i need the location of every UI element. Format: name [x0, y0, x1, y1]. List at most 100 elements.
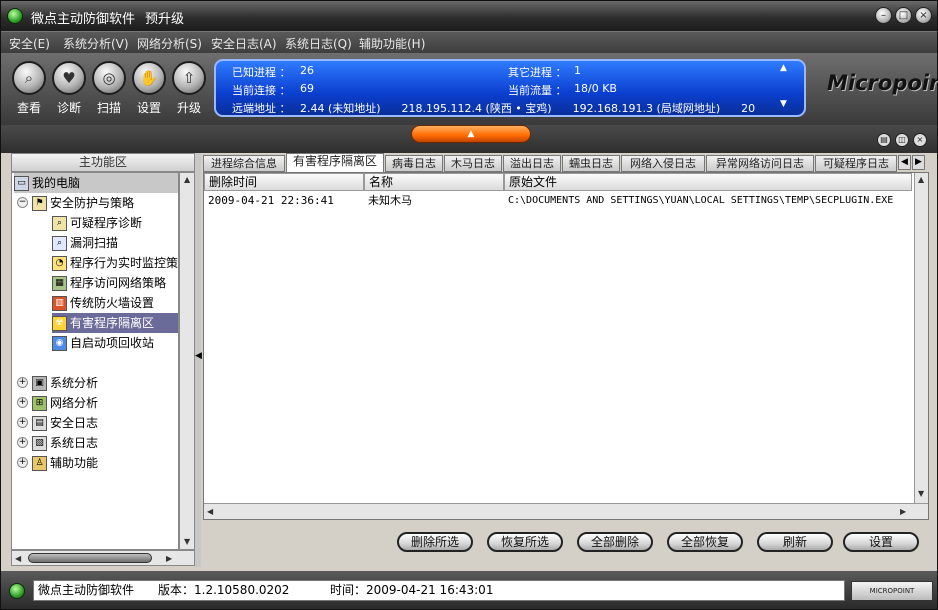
tree-item-behavior-monitor[interactable]: ◔ 程序行为实时监控策: [52, 253, 178, 273]
scroll-down-icon[interactable]: ▼: [184, 537, 190, 546]
tab-trojan-log[interactable]: 木马日志: [444, 155, 502, 172]
info-scroll-up-icon[interactable]: ▲: [780, 63, 787, 73]
layout-2-icon[interactable]: ◫: [895, 133, 909, 147]
tree-horizontal-scrollbar[interactable]: ◀ ▶: [11, 550, 195, 566]
expand-tools-toggle[interactable]: +: [17, 457, 28, 468]
tab-suspicious-log[interactable]: 可疑程序日志: [815, 155, 897, 172]
column-headers: 删除时间 名称 原始文件: [204, 173, 912, 191]
expand-system-log-toggle[interactable]: +: [17, 437, 28, 448]
tree-vertical-scrollbar[interactable]: ▲ ▼: [179, 172, 195, 550]
restore-all-button[interactable]: 全部恢复: [667, 532, 743, 552]
expand-system-analysis-toggle[interactable]: +: [17, 377, 28, 388]
maximize-button[interactable]: □: [895, 7, 912, 24]
tree-item-system-analysis[interactable]: ▣ 系统分析: [32, 373, 98, 393]
expand-security-log-toggle[interactable]: +: [17, 417, 28, 428]
collapse-security-toggle[interactable]: −: [17, 197, 28, 208]
scroll-left-icon[interactable]: ◀: [15, 554, 21, 563]
security-log-icon: ▤: [32, 416, 47, 431]
list-scroll-up-icon[interactable]: ▲: [918, 175, 924, 184]
settings-action-button[interactable]: 设置: [843, 532, 919, 552]
cell-original-file: C:\DOCUMENTS AND SETTINGS\YUAN\LOCAL SET…: [508, 195, 894, 206]
tree-item-network-access-policy[interactable]: ▦ 程序访问网络策略: [52, 273, 166, 293]
tree-item-security-policy[interactable]: ⚑ 安全防护与策略: [32, 193, 134, 213]
column-original-file[interactable]: 原始文件: [504, 173, 912, 191]
tab-virus-log[interactable]: 病毒日志: [385, 155, 443, 172]
tab-scroll-left-icon[interactable]: ◀: [898, 155, 911, 170]
minimize-button[interactable]: –: [875, 7, 892, 24]
diagnose-button[interactable]: ♥ 诊断: [51, 61, 87, 116]
tree-item-security-log[interactable]: ▤ 安全日志: [32, 413, 98, 433]
layout-1-icon[interactable]: ▤: [877, 133, 891, 147]
flag-icon: ⚑: [32, 196, 47, 211]
scroll-up-icon[interactable]: ▲: [184, 175, 190, 184]
cell-delete-time: 2009-04-21 22:36:41: [208, 194, 334, 207]
menu-system-analysis[interactable]: 系统分析(V): [63, 35, 129, 52]
action-bar: 删除所选 恢复所选 全部删除 全部恢复 刷新 设置: [201, 520, 929, 567]
tree-item-tools[interactable]: ♙ 辅助功能: [32, 453, 98, 473]
hand-settings-icon: ✋: [132, 61, 166, 95]
tab-quarantine[interactable]: 有害程序隔离区: [286, 153, 384, 172]
menu-network-analysis[interactable]: 网络分析(S): [137, 35, 202, 52]
computer-icon: ▭: [14, 176, 29, 191]
info-scroll-down-icon[interactable]: ▼: [780, 99, 787, 109]
tree-item-suspicious-diagnosis[interactable]: ⌕ 可疑程序诊断: [52, 213, 142, 233]
delete-selected-button[interactable]: 删除所选: [397, 532, 473, 552]
connections-label: 当前连接 ：: [232, 84, 291, 97]
tree-item-system-log[interactable]: ▧ 系统日志: [32, 433, 98, 453]
menu-security-log[interactable]: 安全日志(A): [211, 35, 277, 52]
title-bar[interactable]: 微点主动防御软件 预升级 – □ ×: [1, 1, 937, 31]
window-subtitle: 预升级: [145, 12, 185, 27]
list-scroll-right-icon[interactable]: ▶: [900, 507, 906, 516]
menu-security[interactable]: 安全(E): [9, 35, 50, 52]
micropoint-logo: Micropoint: [827, 71, 938, 95]
collapse-panel-handle[interactable]: ▲: [411, 125, 531, 143]
view-button[interactable]: ⌕ 查看: [11, 61, 47, 116]
menu-system-log[interactable]: 系统日志(Q): [285, 35, 352, 52]
list-vertical-scrollbar[interactable]: ▲ ▼: [914, 173, 928, 503]
cell-name: 未知木马: [368, 194, 412, 207]
scan-button[interactable]: ◎ 扫描: [91, 61, 127, 116]
settings-label: 设置: [136, 101, 161, 115]
tab-process-info[interactable]: 进程综合信息: [203, 155, 285, 172]
tree-scroll-thumb[interactable]: [28, 553, 152, 563]
delete-all-button[interactable]: 全部删除: [577, 532, 653, 552]
tab-worm-log[interactable]: 蠕虫日志: [562, 155, 620, 172]
status-version: 版本：1.2.10580.0202: [158, 583, 290, 597]
network-icon: ⊞: [32, 396, 47, 411]
upgrade-button[interactable]: ⇧ 升级: [171, 61, 207, 116]
scan-label: 扫描: [96, 101, 121, 115]
tree-item-firewall-settings[interactable]: ▥ 传统防火墙设置: [52, 293, 154, 313]
network-policy-icon: ▦: [52, 276, 67, 291]
column-delete-time[interactable]: 删除时间: [204, 173, 364, 191]
tree-item-my-computer[interactable]: ▭ 我的电脑: [14, 173, 178, 193]
close-button[interactable]: ×: [915, 7, 932, 24]
status-bar: 微点主动防御软件 版本：1.2.10580.0202 时间：2009-04-21…: [1, 571, 937, 609]
status-text-box: 微点主动防御软件 版本：1.2.10580.0202 时间：2009-04-21…: [33, 580, 845, 601]
refresh-button[interactable]: 刷新: [757, 532, 833, 552]
diagnose-label: 诊断: [56, 101, 81, 115]
window-title: 微点主动防御软件: [31, 12, 136, 27]
menu-tools[interactable]: 辅助功能(H): [359, 35, 425, 52]
tree-item-autostart-recycle[interactable]: ◉ 自启动项回收站: [52, 333, 154, 353]
scroll-right-icon[interactable]: ▶: [166, 554, 172, 563]
expand-network-analysis-toggle[interactable]: +: [17, 397, 28, 408]
restore-selected-button[interactable]: 恢复所选: [487, 532, 563, 552]
settings-button[interactable]: ✋ 设置: [131, 61, 167, 116]
other-processes-label: 其它进程 ：: [508, 66, 567, 79]
list-scroll-left-icon[interactable]: ◀: [207, 507, 213, 516]
status-app-name: 微点主动防御软件: [38, 583, 135, 597]
strip-close-icon[interactable]: ×: [913, 133, 927, 147]
tab-abnormal-network-log[interactable]: 异常网络访问日志: [706, 155, 814, 172]
column-name[interactable]: 名称: [364, 173, 504, 191]
list-scroll-down-icon[interactable]: ▼: [918, 489, 924, 498]
recycle-icon: ◉: [52, 336, 67, 351]
tab-intrusion-log[interactable]: 网络入侵日志: [621, 155, 705, 172]
tree-item-quarantine[interactable]: ☢ 有害程序隔离区: [52, 313, 178, 333]
tab-overflow-log[interactable]: 溢出日志: [503, 155, 561, 172]
magnifier-icon: ⌕: [12, 61, 46, 95]
tab-scroll-right-icon[interactable]: ▶: [912, 155, 925, 170]
tree-item-network-analysis[interactable]: ⊞ 网络分析: [32, 393, 98, 413]
tree-item-vulnerability-scan[interactable]: ⌕ 漏洞扫描: [52, 233, 118, 253]
list-horizontal-scrollbar[interactable]: ◀ ▶: [204, 503, 928, 519]
system-log-icon: ▧: [32, 436, 47, 451]
